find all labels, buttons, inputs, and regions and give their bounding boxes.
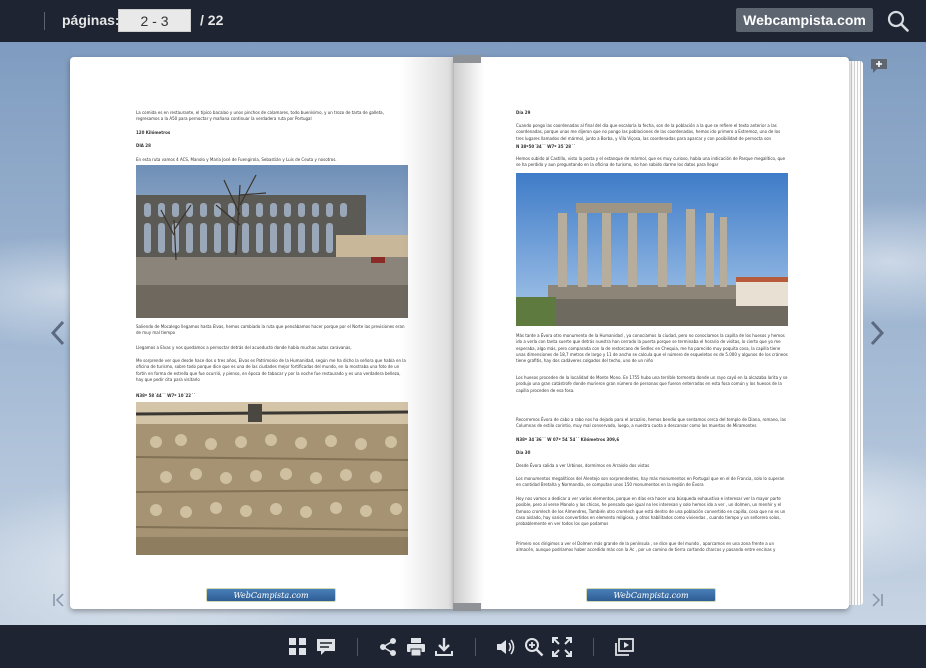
total-pages: / 22 bbox=[200, 12, 224, 28]
fullscreen-icon[interactable] bbox=[552, 637, 572, 657]
right-day-heading-30: Día 30 bbox=[516, 450, 531, 455]
right-paragraph-2: Hemos subido al Castillo, visto la posta… bbox=[516, 156, 786, 168]
left-paragraph-1: La comida es en restaurante, el típico b… bbox=[136, 110, 384, 122]
next-page-arrow-icon[interactable] bbox=[866, 318, 886, 348]
bone-chapel-photo bbox=[136, 402, 408, 555]
right-coordinates-1: N 38º50´34´´ W7º 35´28´´ bbox=[516, 144, 576, 149]
right-paragraph-5: Recorremos Évora de cabo a rabo nos ha d… bbox=[516, 417, 786, 429]
left-paragraph-2: En esta ruta vamos 4 ACS, Manolo y María… bbox=[136, 157, 337, 162]
right-paragraph-9: Primero nos dirigimos a ver el Dolmen má… bbox=[516, 541, 776, 553]
top-toolbar: páginas: 2 - 3 / 22 Webcampista.com bbox=[0, 0, 926, 42]
toolbar-divider bbox=[357, 638, 358, 656]
right-paragraph-4: Los huesos proceden de la localidad de M… bbox=[516, 375, 788, 393]
left-day-heading: DIA 28 bbox=[136, 143, 151, 148]
reader-stage: La comida es en restaurante, el típico b… bbox=[0, 42, 926, 625]
print-icon[interactable] bbox=[406, 637, 426, 657]
left-page[interactable]: La comida es en restaurante, el típico b… bbox=[70, 57, 454, 609]
right-paragraph-3: Más tarde a Évora otro monumento de la H… bbox=[516, 333, 788, 364]
first-page-icon[interactable] bbox=[51, 592, 67, 608]
zoom-in-icon[interactable] bbox=[524, 637, 544, 657]
right-paragraph-8: Hoy nos vamos a dedicar a ver varios ele… bbox=[516, 496, 786, 527]
toolbar-divider bbox=[475, 638, 476, 656]
right-paragraph-1: Cuando pongo las coordenadas al final de… bbox=[516, 123, 781, 141]
gallery-icon[interactable] bbox=[614, 637, 634, 657]
grid-view-icon[interactable] bbox=[288, 637, 308, 657]
spine-shadow-right bbox=[454, 57, 484, 609]
left-paragraph-4: Llegamos a Elvas y nos quedamos a pernoc… bbox=[136, 345, 352, 350]
bottom-toolbar bbox=[0, 625, 926, 668]
flipbook: La comida es en restaurante, el típico b… bbox=[70, 55, 865, 611]
right-day-heading-29: Día 29 bbox=[516, 110, 531, 115]
left-paragraph-3: Saliendo de Mocalego llegamos hasta Elva… bbox=[136, 324, 405, 336]
page-number-input[interactable]: 2 - 3 bbox=[118, 9, 191, 32]
right-footer-banner: WebCampista.com bbox=[586, 588, 716, 602]
right-paragraph-7: Los monumentos megalíticos del Alentejo … bbox=[516, 476, 785, 488]
left-paragraph-5: Me sorprende ver que desde hace dos o tr… bbox=[136, 358, 406, 382]
right-coordinates-2: N38º 34´36´´ W 07º 54´54´´ Kilómetros 30… bbox=[516, 437, 620, 442]
left-coordinates: N38º 58´44´´ W7º 10´22´´ bbox=[136, 393, 196, 398]
left-distance: 120 Kilómetros bbox=[136, 130, 171, 135]
left-footer-banner: WebCampista.com bbox=[206, 588, 336, 602]
sound-icon[interactable] bbox=[496, 637, 516, 657]
toolbar-divider bbox=[44, 12, 45, 30]
brand-button[interactable]: Webcampista.com bbox=[736, 8, 873, 32]
spine-cap-bottom bbox=[453, 603, 481, 611]
previous-page-arrow-icon[interactable] bbox=[49, 318, 69, 348]
comment-icon[interactable] bbox=[316, 637, 336, 657]
page-stack-edge bbox=[849, 61, 863, 605]
add-comment-icon[interactable] bbox=[870, 58, 888, 74]
pages-label: páginas: bbox=[62, 12, 120, 28]
right-paragraph-6: Desde Évora salida a ver Urbinos, dormim… bbox=[516, 463, 650, 468]
right-page[interactable]: Día 29 Cuando pongo las coordenadas al f… bbox=[454, 57, 849, 609]
spine-shadow-left bbox=[400, 57, 454, 609]
toolbar-divider bbox=[593, 638, 594, 656]
temple-photo bbox=[516, 173, 788, 326]
last-page-icon[interactable] bbox=[869, 592, 885, 608]
search-icon[interactable] bbox=[886, 9, 910, 33]
spine-cap-top bbox=[453, 55, 481, 63]
download-icon[interactable] bbox=[434, 637, 454, 657]
aqueduct-photo bbox=[136, 165, 408, 318]
share-icon[interactable] bbox=[378, 637, 398, 657]
